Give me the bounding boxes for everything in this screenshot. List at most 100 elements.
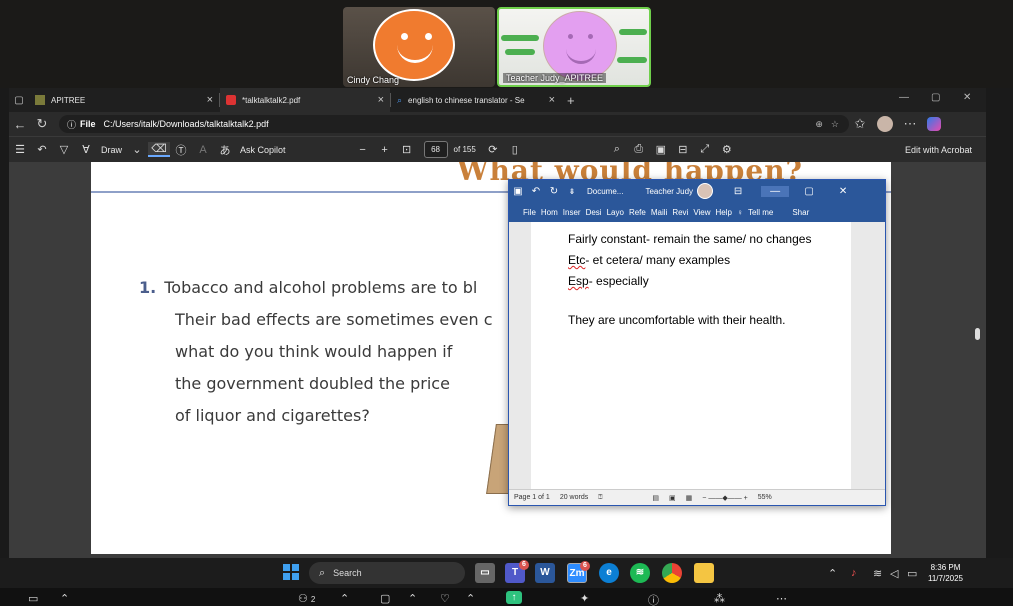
tab-translator[interactable]: ⌕ english to chinese translator - Se × [391, 88, 561, 112]
undo-icon[interactable]: ↶ [31, 143, 53, 156]
more-menu-icon[interactable]: ⋯ [899, 116, 921, 132]
document-name[interactable]: Docume... [587, 187, 623, 196]
tab-apitree[interactable]: APITREE × [29, 88, 219, 112]
tab-view[interactable]: View [693, 208, 710, 217]
more-icon[interactable]: ⋯ [776, 592, 787, 605]
refresh-icon[interactable]: ↻ [31, 116, 53, 132]
translate-icon[interactable]: あ [214, 142, 236, 158]
avatar[interactable] [697, 183, 714, 199]
print-icon[interactable]: ⎙ [628, 143, 650, 156]
tab-layout[interactable]: Layo [607, 208, 624, 217]
video-tile-judy[interactable]: Teacher Judy_APITREE [497, 7, 651, 87]
eraser-icon[interactable]: ⌫ [148, 142, 171, 157]
customize-icon[interactable]: ⇟ [563, 187, 581, 196]
tab-actions-icon[interactable]: ▢ [9, 95, 29, 106]
save-icon[interactable]: ▣ [650, 143, 672, 156]
read-mode-icon[interactable]: ▤ [652, 494, 659, 502]
save-as-icon[interactable]: ⊟ [672, 143, 694, 156]
share-screen-icon[interactable]: ↑ [506, 591, 522, 604]
edge-icon[interactable]: e [599, 563, 619, 583]
copilot-icon[interactable] [927, 117, 941, 131]
participants-icon[interactable]: ⚇ 2 [298, 592, 315, 605]
ai-companion-icon[interactable]: ✦ [580, 592, 589, 605]
favorites-icon[interactable]: ✩ [849, 116, 871, 132]
back-icon[interactable]: ← [9, 117, 31, 132]
microphone-icon[interactable]: ♪ [851, 567, 857, 579]
tab-home[interactable]: Hom [541, 208, 558, 217]
document-text[interactable]: Fairly constant- remain the same/ no cha… [568, 230, 818, 332]
ribbon-display-icon[interactable]: ⊟ [729, 186, 747, 197]
zoom-slider[interactable]: − ——◆—— + [702, 494, 747, 502]
chrome-icon[interactable] [662, 563, 682, 583]
close-icon[interactable]: ✕ [829, 186, 857, 197]
chevron-up-icon[interactable]: ⌃ [466, 592, 475, 605]
spotify-icon[interactable]: ≋ [630, 563, 650, 583]
apps-icon[interactable]: ⁂ [714, 592, 725, 605]
chevron-up-icon[interactable]: ⌃ [828, 567, 837, 580]
tab-file[interactable]: File [523, 208, 536, 217]
chevron-down-icon[interactable]: ⌄ [126, 143, 148, 156]
zoom-level[interactable]: 55% [758, 494, 772, 501]
search-icon[interactable]: ⌕ [606, 143, 628, 156]
page-view-icon[interactable]: ▯ [504, 143, 526, 156]
tab-references[interactable]: Refe [629, 208, 646, 217]
draw-icon[interactable]: ∀ [75, 143, 97, 156]
scrollbar[interactable] [975, 328, 980, 340]
close-icon[interactable]: × [207, 94, 213, 106]
favorite-star-icon[interactable]: ☆ [831, 119, 839, 130]
file-explorer-icon[interactable] [694, 563, 714, 583]
video-camera-icon[interactable]: ▭ [28, 592, 38, 605]
zoom-in-icon[interactable]: + [374, 144, 396, 156]
page-indicator[interactable]: Page 1 of 1 [514, 494, 550, 501]
redo-icon[interactable]: ↻ [545, 186, 563, 197]
close-icon[interactable]: × [549, 94, 555, 106]
fit-page-icon[interactable]: ⊡ [396, 143, 418, 156]
tab-pdf[interactable]: *talktalktalk2.pdf × [220, 88, 390, 112]
tab-review[interactable]: Revi [672, 208, 688, 217]
draw-button[interactable]: Draw [101, 145, 122, 155]
highlight-icon[interactable]: ▽ [53, 143, 75, 156]
minimize-icon[interactable]: — [761, 185, 790, 197]
proofing-icon[interactable]: ⍰ [598, 494, 602, 502]
chat-icon[interactable]: ▢ [380, 592, 390, 605]
windows-start-icon[interactable] [283, 564, 299, 580]
minimize-icon[interactable]: — [899, 92, 909, 103]
word-scrollbar[interactable] [851, 222, 885, 490]
rotate-icon[interactable]: ⟳ [482, 143, 504, 156]
read-aloud-icon[interactable]: A [192, 144, 214, 156]
save-icon[interactable]: ▣ [509, 186, 527, 197]
web-layout-icon[interactable]: ▦ [686, 494, 693, 502]
share-button[interactable]: Shar [792, 208, 809, 217]
zoom-taskbar-icon[interactable]: Zm 6 [567, 561, 590, 583]
word-document-page[interactable]: Fairly constant- remain the same/ no cha… [531, 222, 851, 490]
system-clock[interactable]: 8:36 PM 11/7/2025 [928, 562, 963, 584]
word-taskbar-icon[interactable]: W [535, 563, 555, 583]
url-input[interactable]: ⓘ File C:/Users/italk/Downloads/talktalk… [59, 115, 849, 133]
close-window-icon[interactable]: ✕ [963, 92, 971, 103]
tell-me-input[interactable]: Tell me [748, 208, 773, 217]
maximize-icon[interactable]: ▢ [795, 186, 823, 197]
chevron-up-icon[interactable]: ⌃ [60, 592, 69, 605]
task-view-icon[interactable]: ▭ [475, 563, 495, 583]
chevron-up-icon[interactable]: ⌃ [340, 592, 349, 605]
zoom-out-icon[interactable]: − [352, 144, 374, 156]
chevron-up-icon[interactable]: ⌃ [408, 592, 417, 605]
print-layout-icon[interactable]: ▣ [669, 494, 676, 502]
tab-mailings[interactable]: Maili [651, 208, 667, 217]
contents-icon[interactable]: ☰ [9, 143, 31, 156]
new-tab-icon[interactable]: + [567, 93, 575, 108]
text-box-icon[interactable]: Ⓣ [170, 142, 192, 158]
edit-with-acrobat-button[interactable]: Edit with Acrobat [905, 145, 972, 155]
tab-design[interactable]: Desi [586, 208, 602, 217]
fullscreen-icon[interactable]: ⤢ [694, 143, 716, 156]
info-icon[interactable]: ⓘ [648, 592, 659, 606]
reactions-icon[interactable]: ♡ [440, 592, 450, 605]
wifi-icon[interactable]: ≋ [873, 567, 882, 580]
page-number-input[interactable]: 68 [423, 141, 448, 158]
battery-icon[interactable]: ▭ [907, 567, 917, 580]
tab-insert[interactable]: Inser [563, 208, 581, 217]
word-count[interactable]: 20 words [560, 494, 588, 501]
ask-copilot-button[interactable]: Ask Copilot [240, 145, 286, 155]
teams-icon[interactable]: T6 [505, 560, 529, 583]
maximize-icon[interactable]: ▢ [931, 92, 940, 103]
